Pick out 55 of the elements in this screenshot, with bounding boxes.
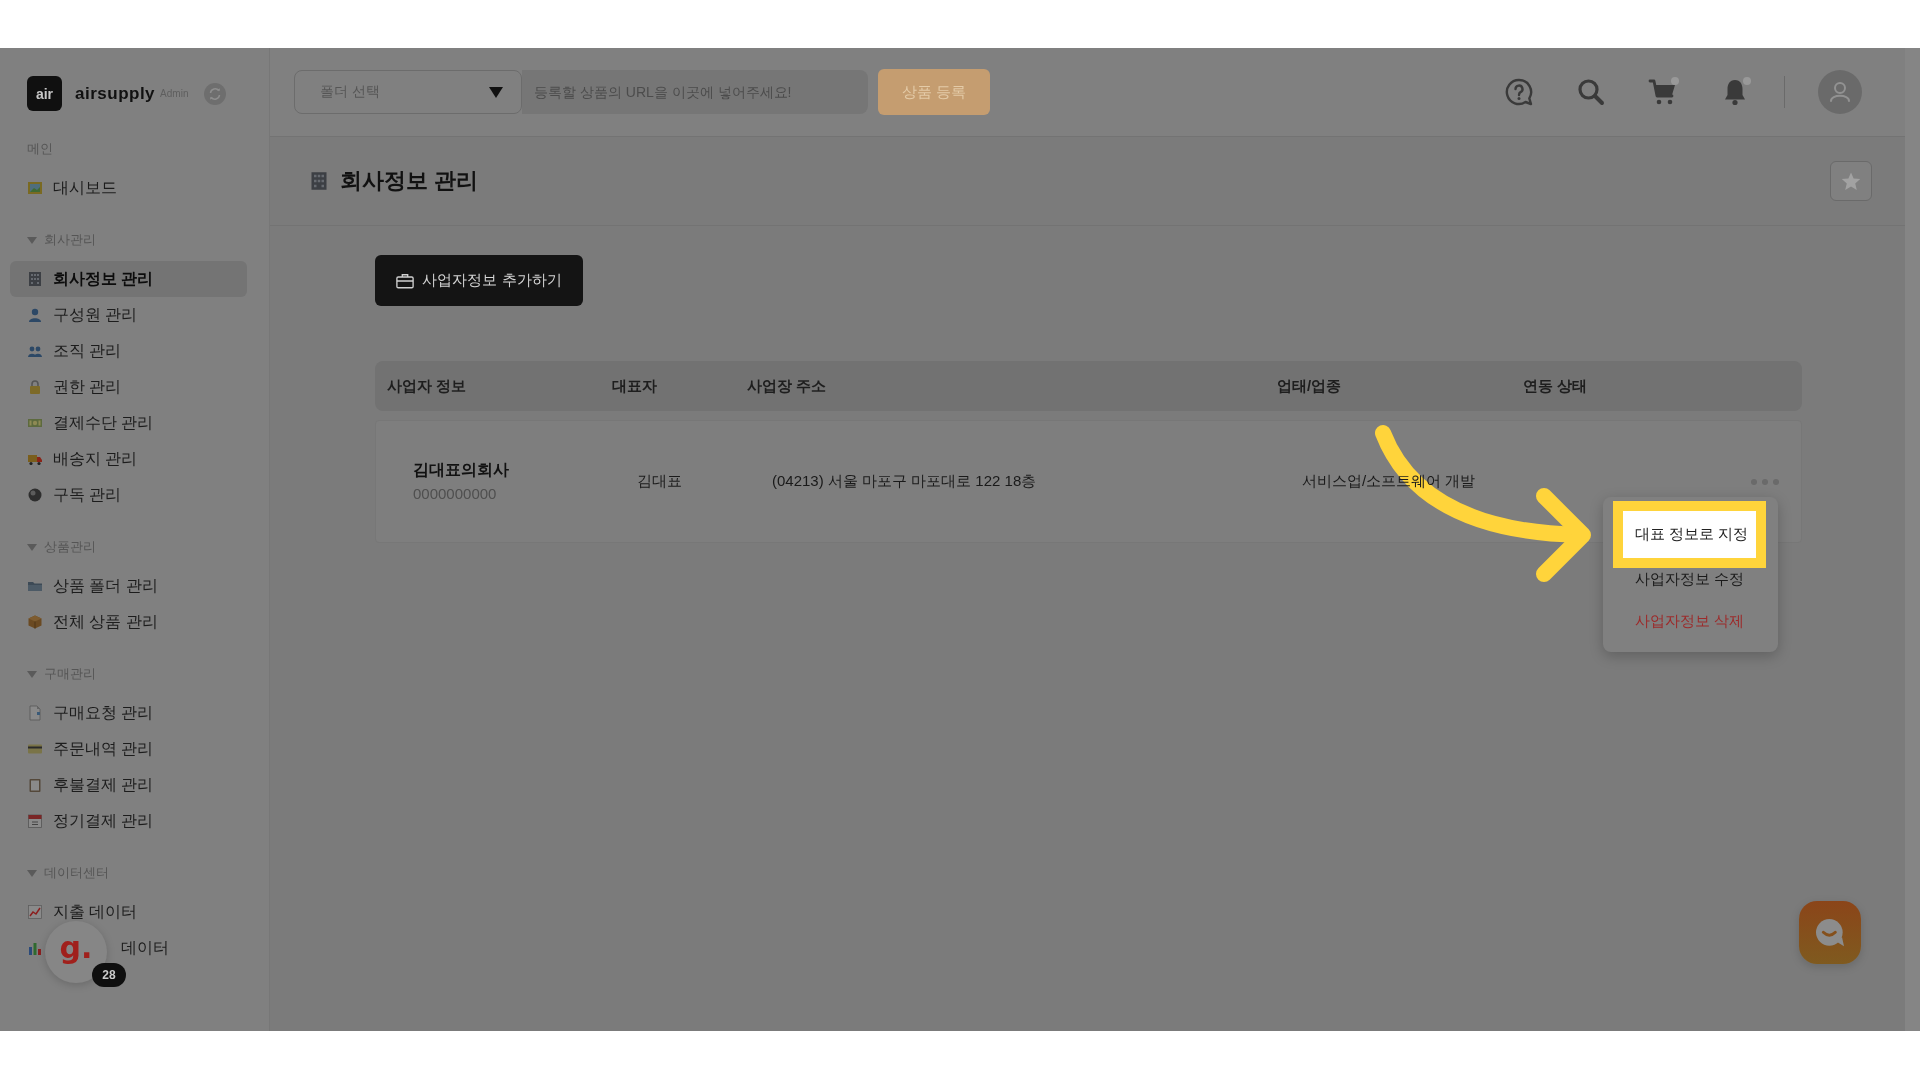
column-header: 업태/업종 — [1276, 376, 1342, 396]
sphere-icon — [27, 487, 43, 503]
sidebar-item[interactable]: 구매요청 관리 — [10, 695, 247, 731]
sidebar-item[interactable]: 구독 관리 — [10, 477, 247, 513]
padlock-icon — [27, 379, 43, 395]
building-icon — [27, 271, 43, 287]
avatar-icon[interactable] — [1818, 70, 1862, 114]
briefcase-icon — [396, 272, 415, 289]
line-chart-icon — [27, 904, 43, 920]
document-icon — [27, 705, 43, 721]
sidebar-item[interactable]: 권한 관리 — [10, 369, 247, 405]
picture-icon — [27, 180, 43, 196]
cart-icon[interactable] — [1648, 77, 1678, 107]
scrollbar-track[interactable] — [1905, 48, 1920, 1031]
bar-chart-icon — [27, 940, 43, 956]
logo-mark[interactable]: air — [27, 76, 62, 111]
column-header: 사업자 정보 — [386, 376, 467, 396]
calendar-icon — [27, 813, 43, 829]
sidebar-item[interactable]: 상품 폴더 관리 — [10, 568, 247, 604]
package-icon — [27, 614, 43, 630]
column-header: 사업장 주소 — [746, 376, 827, 396]
chat-button[interactable] — [1799, 901, 1861, 964]
caret-icon[interactable] — [27, 543, 37, 551]
column-header: 대표자 — [611, 376, 657, 396]
caret-icon — [489, 86, 503, 98]
table-cell: (04213) 서울 마포구 마포대로 122 18층 — [772, 472, 1037, 491]
sync-icon[interactable] — [204, 82, 227, 105]
sidebar-item[interactable]: 전체 상품 관리 — [10, 604, 247, 640]
sidebar-item[interactable]: 회사정보 관리 — [10, 261, 247, 297]
sidebar-item[interactable]: 조직 관리 — [10, 333, 247, 369]
clipboard-icon — [27, 777, 43, 793]
page-title: 회사정보 관리 — [340, 167, 479, 195]
sidebar-item[interactable]: 주문내역 관리 — [10, 731, 247, 767]
caret-icon[interactable] — [27, 236, 37, 244]
add-business-button[interactable]: 사업자정보 추가하기 — [375, 255, 583, 306]
sidebar-item[interactable]: 정기결제 관리 — [10, 803, 247, 839]
caret-icon[interactable] — [27, 869, 37, 877]
search-icon[interactable] — [1576, 77, 1606, 107]
company-name: 김대표의회사 — [413, 459, 509, 480]
table-cell: 김대표 — [637, 472, 682, 491]
sidebar-item[interactable]: 데이터 — [121, 937, 169, 959]
sidebar-item[interactable]: 대시보드 — [10, 170, 247, 206]
caret-icon[interactable] — [27, 670, 37, 678]
sidebar-item[interactable]: 배송지 관리 — [10, 441, 247, 477]
sidebar-item[interactable]: 결제수단 관리 — [10, 405, 247, 441]
help-icon[interactable] — [1504, 77, 1534, 107]
sidebar-item[interactable]: 후불결제 관리 — [10, 767, 247, 803]
sidebar-item[interactable]: 구성원 관리 — [10, 297, 247, 333]
column-header: 연동 상태 — [1522, 376, 1588, 396]
chat-icon — [1814, 916, 1846, 949]
person-icon — [27, 307, 43, 323]
brand-name: airsupply — [75, 83, 156, 104]
favorite-button[interactable] — [1830, 161, 1872, 201]
menu-item[interactable]: 대표 정보로 지정 — [1613, 501, 1766, 568]
building-icon — [309, 171, 329, 191]
